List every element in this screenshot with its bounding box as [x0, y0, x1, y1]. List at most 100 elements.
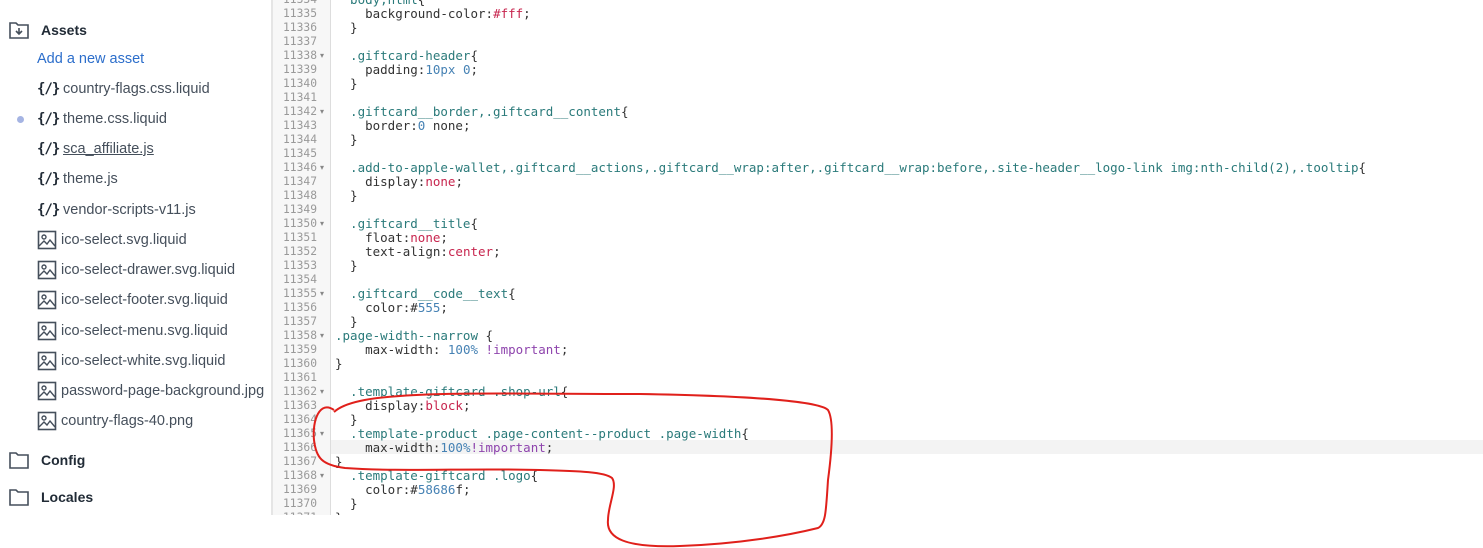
code-line[interactable]: .giftcard__code__text{ — [335, 287, 516, 301]
asset-label: ico-select-footer.svg.liquid — [61, 292, 228, 308]
image-icon — [37, 411, 57, 431]
add-asset-link[interactable]: Add a new asset — [37, 51, 144, 67]
code-line[interactable]: } — [335, 497, 358, 511]
code-line[interactable]: color:#555; — [335, 301, 448, 315]
code-line[interactable]: } — [335, 455, 343, 469]
asset-item[interactable]: ico-select-menu.svg.liquid — [37, 320, 228, 342]
asset-label: ico-select-drawer.svg.liquid — [61, 262, 236, 278]
code-line[interactable]: .giftcard-header{ — [335, 49, 478, 63]
image-icon — [37, 260, 57, 280]
line-number: 11348 — [282, 189, 317, 202]
line-number: 11367 — [282, 455, 317, 468]
asset-item[interactable]: ico-select.svg.liquid — [37, 229, 187, 251]
folder-locales[interactable]: Locales — [9, 484, 93, 510]
line-number: 11340 — [282, 77, 317, 90]
code-line[interactable]: .add-to-apple-wallet,.giftcard__actions,… — [335, 161, 1366, 175]
line-number: 11361 — [282, 371, 317, 384]
code-line[interactable]: text-align:center; — [335, 245, 500, 259]
code-line[interactable]: } — [335, 189, 358, 203]
code-line[interactable]: } — [335, 21, 358, 35]
line-number: 11364 — [282, 413, 317, 426]
asset-item[interactable]: ico-select-footer.svg.liquid — [37, 289, 228, 311]
line-number: 11337 — [282, 35, 317, 48]
asset-label: theme.js — [63, 171, 118, 187]
asset-label: sca_affiliate.js — [63, 141, 154, 157]
folder-assets[interactable]: Assets — [9, 17, 87, 43]
image-icon — [37, 351, 57, 371]
code-line[interactable]: max-width: 100% !important; — [335, 343, 568, 357]
code-line[interactable]: padding:10px 0; — [335, 63, 478, 77]
code-line[interactable]: .giftcard__title{ — [335, 217, 478, 231]
asset-item[interactable]: ico-select-drawer.svg.liquid — [37, 259, 235, 281]
code-line[interactable]: color:#58686f; — [335, 483, 470, 497]
code-line[interactable]: } — [335, 77, 358, 91]
line-number: 11366 — [282, 441, 317, 454]
folder-label: Assets — [41, 22, 87, 38]
line-number: 11358 — [282, 329, 317, 342]
asset-item[interactable]: {/} theme.js — [37, 168, 118, 190]
fold-toggle-icon[interactable]: ▾ — [320, 105, 324, 119]
line-number: 11353 — [282, 259, 317, 272]
fold-toggle-icon[interactable]: ▾ — [320, 385, 324, 399]
code-line[interactable]: .giftcard__border,.giftcard__content{ — [335, 105, 628, 119]
line-number: 11344 — [282, 133, 317, 146]
asset-label: vendor-scripts-v11.js — [63, 202, 196, 218]
code-line[interactable]: max-width:100%!important; — [335, 441, 553, 455]
code-line[interactable]: } — [335, 133, 358, 147]
line-number: 11370 — [282, 497, 317, 510]
fold-toggle-icon[interactable]: ▾ — [320, 427, 324, 441]
line-number: 11354 — [282, 273, 317, 286]
fold-toggle-icon[interactable]: ▾ — [320, 161, 324, 175]
asset-item[interactable]: {/} sca_affiliate.js — [37, 138, 154, 160]
asset-item[interactable]: {/} vendor-scripts-v11.js — [37, 199, 196, 221]
modified-indicator — [17, 116, 24, 123]
asset-label: password-page-background.jpg — [61, 383, 265, 399]
asset-label: ico-select-white.svg.liquid — [61, 353, 226, 369]
folder-icon — [9, 451, 29, 469]
code-line[interactable]: float:none; — [335, 231, 448, 245]
asset-item[interactable]: {/} theme.css.liquid — [37, 108, 167, 130]
code-file-icon: {/} — [37, 171, 60, 187]
code-line[interactable]: display:none; — [335, 175, 463, 189]
asset-item[interactable]: ico-select-white.svg.liquid — [37, 350, 225, 372]
asset-item[interactable]: country-flags-40.png — [37, 410, 193, 432]
code-line[interactable]: .template-giftcard .shop-url{ — [335, 385, 568, 399]
asset-item[interactable]: {/} country-flags.css.liquid — [37, 78, 210, 100]
code-editor[interactable]: 1133411335113361133711338▾11339113401134… — [273, 0, 1483, 515]
fold-toggle-icon[interactable]: ▾ — [320, 49, 324, 63]
line-number: 11352 — [282, 245, 317, 258]
fold-toggle-icon[interactable]: ▾ — [320, 329, 324, 343]
fold-toggle-icon[interactable]: ▾ — [320, 217, 324, 231]
folder-label: Config — [41, 452, 86, 468]
code-line[interactable]: } — [335, 413, 358, 427]
fold-toggle-icon[interactable]: ▾ — [320, 287, 324, 301]
line-number: 11350 — [282, 217, 317, 230]
code-line[interactable]: } — [335, 315, 358, 329]
code-line[interactable]: } — [335, 357, 343, 371]
asset-label: ico-select-menu.svg.liquid — [61, 323, 228, 339]
code-line[interactable]: .template-product .page-content--product… — [335, 427, 749, 441]
image-icon — [37, 290, 57, 310]
line-number: 11339 — [282, 63, 317, 76]
code-line[interactable]: display:block; — [335, 399, 470, 413]
code-line[interactable]: } — [335, 259, 358, 273]
line-number: 11369 — [282, 483, 317, 496]
line-number-gutter: 1133411335113361133711338▾11339113401134… — [273, 0, 331, 515]
code-line[interactable]: border:0 none; — [335, 119, 470, 133]
line-number: 11351 — [282, 231, 317, 244]
folder-download-icon — [9, 21, 29, 39]
line-number: 11343 — [282, 119, 317, 132]
line-number: 11357 — [282, 315, 317, 328]
line-number: 11349 — [282, 203, 317, 216]
asset-item[interactable]: password-page-background.jpg — [37, 380, 264, 402]
line-number: 11334 — [273, 0, 317, 7]
code-line[interactable]: } — [335, 511, 343, 516]
line-number: 11336 — [282, 21, 317, 34]
fold-toggle-icon[interactable]: ▾ — [320, 469, 324, 483]
folder-config[interactable]: Config — [9, 447, 85, 473]
code-line[interactable]: background-color:#fff; — [335, 7, 531, 21]
code-line[interactable]: .template-giftcard .logo{ — [335, 469, 538, 483]
folder-label: Locales — [41, 489, 94, 505]
code-line[interactable]: .page-width--narrow { — [335, 329, 493, 343]
code-file-icon: {/} — [37, 202, 60, 218]
